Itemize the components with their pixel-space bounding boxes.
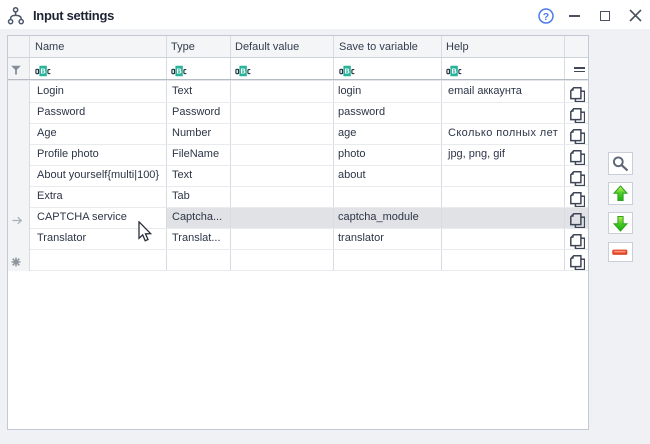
svg-text:B: B <box>345 66 350 75</box>
svg-text:B: B <box>452 66 457 75</box>
svg-text:B: B <box>241 66 246 75</box>
svg-text:B: B <box>177 66 182 75</box>
svg-text:?: ? <box>543 11 549 23</box>
svg-text:B: B <box>40 66 45 75</box>
